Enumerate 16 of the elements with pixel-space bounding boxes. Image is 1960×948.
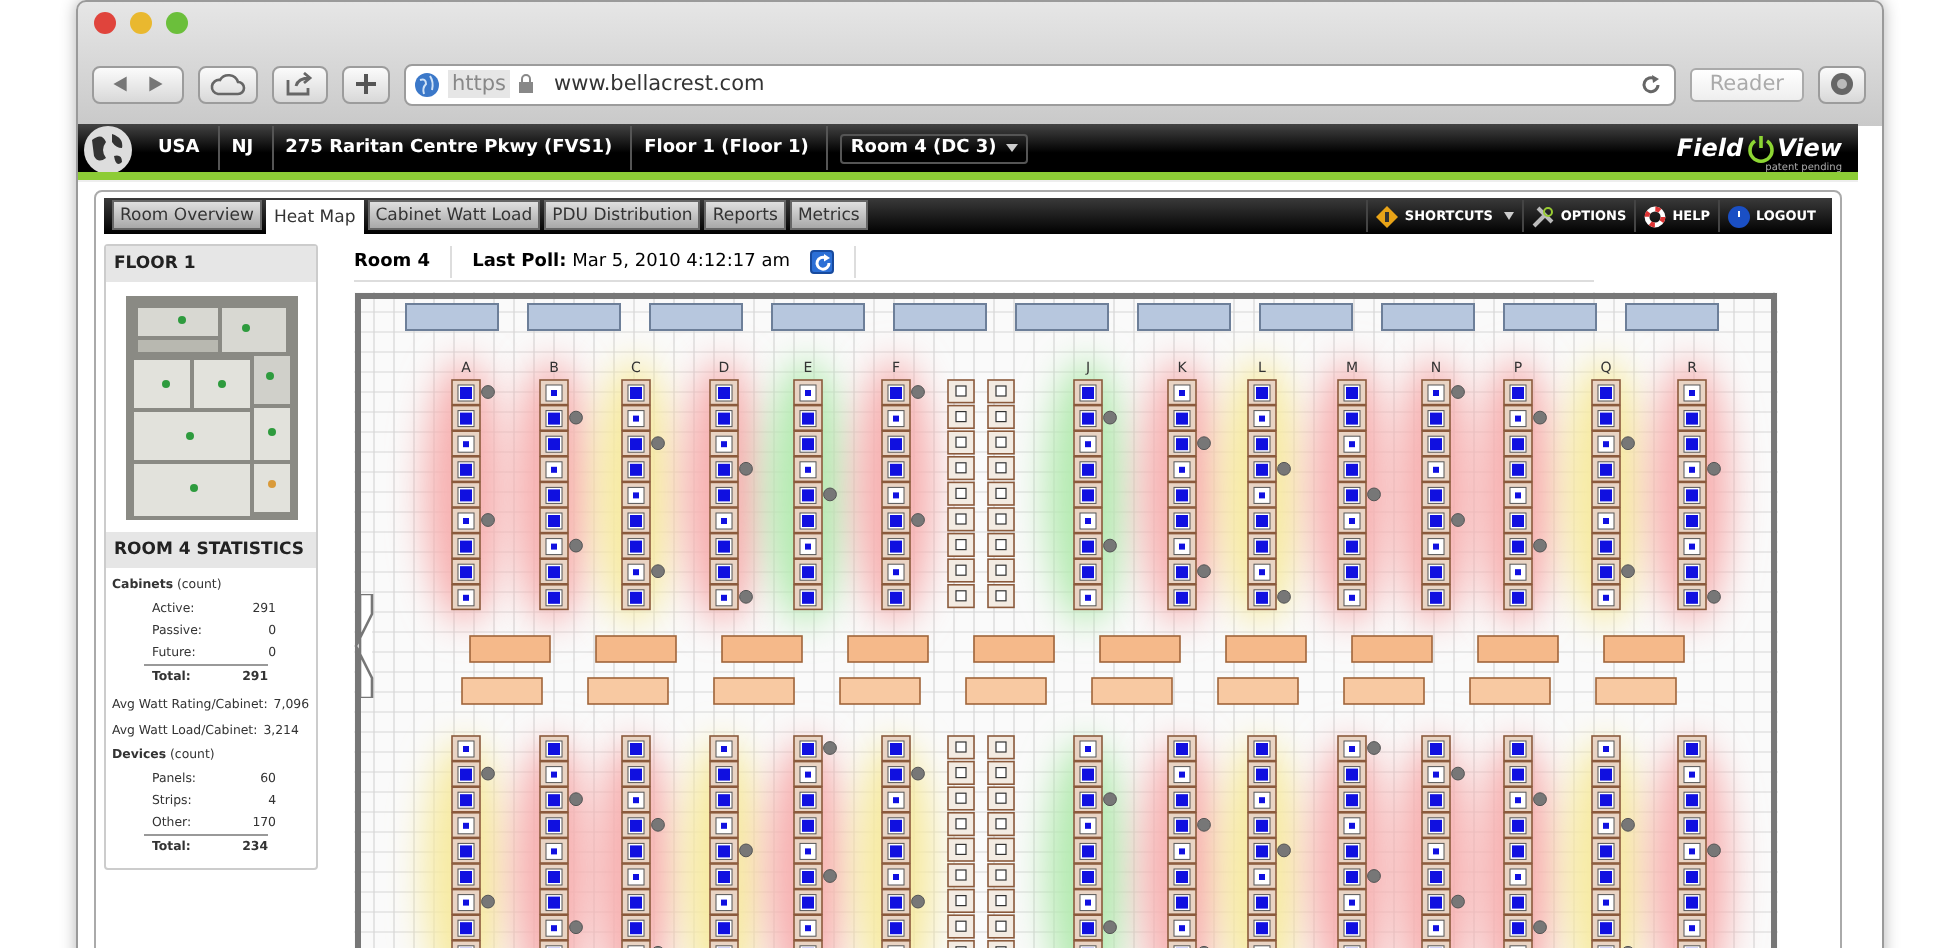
panel-title: ROOM 4 STATISTICS bbox=[106, 532, 316, 568]
tab[interactable]: Room Overview bbox=[112, 200, 262, 230]
tab[interactable]: Metrics bbox=[789, 200, 868, 230]
breadcrumb-link[interactable]: Floor 1 (Floor 1) bbox=[632, 126, 829, 170]
last-poll-text: Last Poll: Mar 5, 2010 4:12:17 am bbox=[472, 252, 790, 272]
panel-title: FLOOR 1 bbox=[106, 246, 316, 282]
breadcrumb-link[interactable]: NJ bbox=[219, 126, 274, 170]
tab[interactable]: Reports bbox=[704, 200, 786, 230]
address-field[interactable]: https www.bellacrest.com bbox=[404, 63, 1676, 105]
tab[interactable]: Heat Map bbox=[265, 200, 364, 234]
tab[interactable]: Cabinet Watt Load bbox=[367, 200, 541, 230]
breadcrumb-link[interactable]: 275 Raritan Centre Pkwy (FVS1) bbox=[273, 126, 633, 170]
room-title: Room 4 bbox=[354, 252, 431, 272]
room-dropdown[interactable]: Room 4 (DC 3) bbox=[840, 133, 1029, 163]
tab[interactable]: PDU Distribution bbox=[544, 200, 701, 230]
breadcrumb-link[interactable]: USA bbox=[146, 126, 220, 170]
